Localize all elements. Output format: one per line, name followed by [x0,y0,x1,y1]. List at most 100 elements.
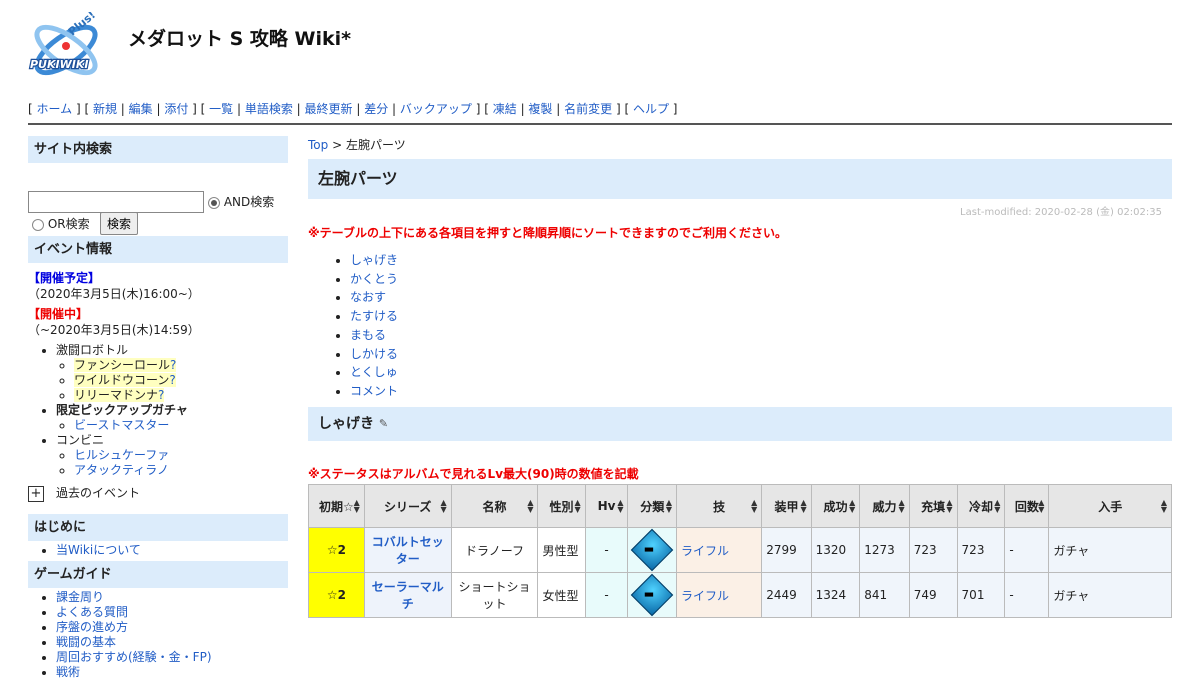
breadcrumb-top-link[interactable]: Top [308,138,328,152]
column-header-5[interactable]: 分類 ▲ ▼ [627,484,677,528]
rifle-category-icon: ▬ [631,573,674,617]
nav-link-ホーム[interactable]: ホーム [37,102,73,116]
column-header-7[interactable]: 装甲 ▲ ▼ [761,484,812,528]
cell-series[interactable]: コバルトセッター [363,527,452,573]
column-header-12[interactable]: 回数 ▲ ▼ [1004,484,1050,528]
list-item[interactable]: 周回おすすめ(経験・金・FP) [56,650,288,665]
cell-cat: ▬ [627,572,677,618]
list-item[interactable]: 戦術 [56,665,288,680]
column-header-6[interactable]: 技 ▲ ▼ [675,484,763,528]
intro-heading: はじめに [28,514,288,541]
nav-link-名前変更[interactable]: 名前変更 [564,102,612,116]
list-item[interactable]: 戦闘の基本 [56,635,288,650]
logo-text: PUKIWIKI [30,58,88,71]
sort-arrows-icon[interactable]: ▲ ▼ [440,499,446,514]
sort-arrows-icon[interactable]: ▲ ▼ [801,499,807,514]
nav-link-ヘルプ[interactable]: ヘルプ [633,102,669,116]
gacha-item: 限定ピックアップガチャ ビーストマスター [56,403,288,433]
sort-arrows-icon[interactable]: ▲ ▼ [751,499,757,514]
guide-heading: ゲームガイド [28,561,288,588]
column-header-4[interactable]: Hv ▲ ▼ [584,484,629,528]
list-item[interactable]: とくしゅ [350,363,1172,382]
cell-armor: 2799 [761,527,812,573]
cell-power: 1273 [859,527,910,573]
cell-power: 841 [859,572,910,618]
edit-pencil-icon[interactable]: ✎ [379,417,388,430]
cell-charge: 749 [908,572,958,618]
sort-arrows-icon[interactable]: ▲ ▼ [946,499,952,514]
search-heading: サイト内検索 [28,136,288,163]
list-item[interactable]: アタックティラノ [74,463,288,478]
sidebar: サイト内検索 AND検索 OR検索 検索 イベント情報 【開催予定】 （2020… [28,136,288,680]
column-header-11[interactable]: 冷却 ▲ ▼ [956,484,1006,528]
list-item[interactable]: ファンシーロール? [74,358,288,373]
list-item[interactable]: ヒルシュケーファ [74,448,288,463]
column-header-0[interactable]: 初期☆ ▲ ▼ [308,484,365,528]
nav-link-差分[interactable]: 差分 [364,102,388,116]
cell-series[interactable]: セーラーマルチ [363,572,452,618]
list-item[interactable]: ビーストマスター [74,418,288,433]
list-item[interactable]: コメント [350,382,1172,401]
list-item[interactable]: 当Wikiについて [56,543,288,558]
list-item[interactable]: リリーマドンナ? [74,388,288,403]
list-item[interactable]: しかける [350,345,1172,364]
upcoming-date: （2020年3月5日(木)16:00~） [28,287,200,301]
search-button[interactable]: 検索 [100,212,139,235]
nav-link-編集[interactable]: 編集 [129,102,153,116]
cell-success: 1324 [810,572,861,618]
nav-link-複製[interactable]: 複製 [528,102,552,116]
search-input[interactable] [28,191,204,213]
list-item[interactable]: ワイルドウコーン? [74,373,288,388]
status-notice: ※ステータスはアルバムで見れるLv最大(90)時の数値を記載 [308,466,639,481]
pukiwiki-logo[interactable]: Plus! PUKIWIKI [28,12,104,88]
table-row: ☆2 セーラーマルチ ショートショット 女性型 - ▬ ライフル 2449 1324 841 749… [308,572,1172,618]
sort-arrows-icon[interactable]: ▲ ▼ [899,499,905,514]
sort-arrows-icon[interactable]: ▲ ▼ [574,499,580,514]
list-item[interactable]: まもる [350,326,1172,345]
column-header-9[interactable]: 威力 ▲ ▼ [859,484,910,528]
cell-gender: 男性型 [537,527,586,573]
nav-link-凍結[interactable]: 凍結 [493,102,517,116]
list-item[interactable]: 課金周り [56,590,288,605]
column-header-8[interactable]: 成功 ▲ ▼ [810,484,861,528]
past-events-toggle[interactable]: + 過去のイベント [28,484,288,502]
list-item[interactable]: 序盤の進め方 [56,620,288,635]
nav-link-最終更新[interactable]: 最終更新 [305,102,353,116]
cell-name: ドラノーフ [450,527,539,573]
list-item[interactable]: よくある質問 [56,605,288,620]
nav-link-添付[interactable]: 添付 [164,102,188,116]
sort-arrows-icon[interactable]: ▲ ▼ [527,499,533,514]
sort-arrows-icon[interactable]: ▲ ▼ [1161,499,1167,514]
sort-arrows-icon[interactable]: ▲ ▼ [1038,499,1044,514]
sort-arrows-icon[interactable]: ▲ ▼ [666,499,672,514]
nav-link-新規[interactable]: 新規 [93,102,117,116]
sort-arrows-icon[interactable]: ▲ ▼ [354,499,360,514]
sort-arrows-icon[interactable]: ▲ ▼ [849,499,855,514]
cell-count: - [1004,572,1050,618]
cell-obtain: ガチャ [1048,527,1172,573]
cell-skill[interactable]: ライフル [675,527,763,573]
list-item[interactable]: かくとう [350,270,1172,289]
and-search-radio[interactable] [208,196,220,209]
cell-name: ショートショット [450,572,539,618]
or-search-radio[interactable] [32,218,44,231]
ongoing-label: 【開催中】 [28,307,89,321]
sort-arrows-icon[interactable]: ▲ ▼ [994,499,1000,514]
expand-icon[interactable]: + [28,486,44,502]
column-header-1[interactable]: シリーズ ▲ ▼ [363,484,452,528]
column-header-13[interactable]: 入手 ▲ ▼ [1048,484,1172,528]
column-header-3[interactable]: 性別 ▲ ▼ [537,484,586,528]
nav-link-一覧[interactable]: 一覧 [209,102,233,116]
column-header-2[interactable]: 名称 ▲ ▼ [450,484,539,528]
cell-hv: - [584,572,629,618]
list-item[interactable]: なおす [350,288,1172,307]
column-header-10[interactable]: 充填 ▲ ▼ [908,484,958,528]
nav-link-単語検索[interactable]: 単語検索 [245,102,293,116]
list-item[interactable]: しゃげき [350,251,1172,270]
cell-success: 1320 [810,527,861,573]
nav-link-バックアップ[interactable]: バックアップ [400,102,472,116]
header-divider [28,123,1172,125]
cell-skill[interactable]: ライフル [675,572,763,618]
sort-arrows-icon[interactable]: ▲ ▼ [617,499,623,514]
list-item[interactable]: たすける [350,307,1172,326]
